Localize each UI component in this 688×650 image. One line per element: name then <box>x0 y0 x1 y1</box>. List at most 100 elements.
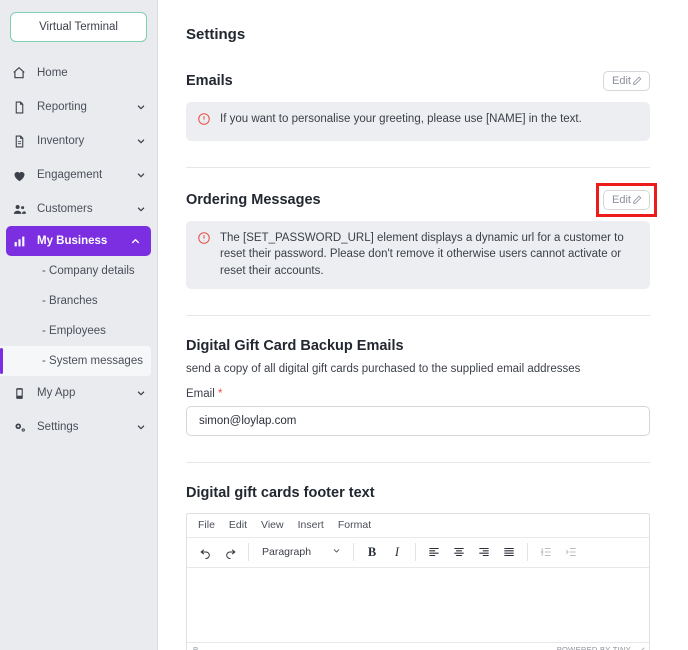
required-asterisk: * <box>217 387 223 400</box>
ordering-messages-edit-button[interactable]: Edit <box>603 189 650 210</box>
powered-by-tiny-label: POWERED BY TINY <box>556 645 631 650</box>
menu-view[interactable]: View <box>261 519 284 531</box>
people-icon <box>11 201 27 217</box>
sidebar-item-label: Engagement <box>37 169 103 181</box>
document-icon <box>11 99 27 115</box>
mobile-app-icon <box>11 385 27 401</box>
sidebar-item-customers[interactable]: Customers <box>0 192 157 226</box>
sidebar: Virtual Terminal Home Reporting Inventor… <box>0 0 158 650</box>
indent-icon[interactable] <box>559 541 583 563</box>
redo-icon[interactable] <box>218 541 242 563</box>
sidebar-subitem-system-messages[interactable]: - System messages <box>0 346 151 376</box>
menu-insert[interactable]: Insert <box>298 519 324 531</box>
sidebar-subitem-label: - Company details <box>42 265 135 277</box>
document-list-icon <box>11 133 27 149</box>
editor-element-path: P <box>193 645 199 650</box>
editor-toolbar: Paragraph B I <box>187 538 649 568</box>
editor-content-area[interactable] <box>187 567 649 642</box>
main-content: Settings Emails Edit If you want to pers… <box>158 0 688 650</box>
alert-circle-icon <box>197 112 211 132</box>
chevron-down-icon <box>135 203 147 215</box>
toolbar-separator <box>527 543 528 562</box>
highlight-annotation: Edit <box>596 182 657 217</box>
sidebar-subitem-branches[interactable]: - Branches <box>0 286 157 316</box>
sidebar-item-my-app[interactable]: My App <box>0 376 157 410</box>
sidebar-subitem-label: - System messages <box>42 355 143 367</box>
sidebar-item-reporting[interactable]: Reporting <box>0 90 157 124</box>
align-justify-icon[interactable] <box>497 541 521 563</box>
rich-text-editor: File Edit View Insert Format Paragraph B… <box>186 512 650 650</box>
toolbar-separator <box>248 543 249 562</box>
divider <box>186 461 650 463</box>
sidebar-subitem-employees[interactable]: - Employees <box>0 316 157 346</box>
section-title-ordering-messages: Ordering Messages <box>186 191 321 208</box>
menu-edit[interactable]: Edit <box>229 519 247 531</box>
gear-icon <box>11 419 27 435</box>
sidebar-item-label: Inventory <box>37 135 85 147</box>
virtual-terminal-label: Virtual Terminal <box>39 21 118 33</box>
align-center-icon[interactable] <box>447 541 471 563</box>
menu-format[interactable]: Format <box>338 519 371 531</box>
undo-icon[interactable] <box>193 541 217 563</box>
heart-icon <box>11 167 27 183</box>
gift-card-backup-description: send a copy of all digital gift cards pu… <box>186 362 581 375</box>
align-right-icon[interactable] <box>472 541 496 563</box>
home-icon <box>11 65 27 81</box>
ordering-messages-section-header: Ordering Messages Edit <box>186 182 657 217</box>
email-field-label: Email * <box>186 388 650 400</box>
sidebar-item-inventory[interactable]: Inventory <box>0 124 157 158</box>
sidebar-subitem-label: - Branches <box>42 295 98 307</box>
chevron-down-icon <box>135 421 147 433</box>
chevron-down-icon <box>135 387 147 399</box>
editor-menubar: File Edit View Insert Format <box>187 514 649 538</box>
alert-circle-icon <box>197 231 211 251</box>
emails-edit-button[interactable]: Edit <box>603 71 650 91</box>
sidebar-subitem-company-details[interactable]: - Company details <box>0 256 157 286</box>
sidebar-item-my-business[interactable]: My Business <box>6 226 151 256</box>
chevron-down-icon <box>332 546 341 558</box>
ordering-messages-alert: The [SET_PASSWORD_URL] element displays … <box>186 220 650 289</box>
sidebar-item-label: Reporting <box>37 101 87 113</box>
virtual-terminal-button[interactable]: Virtual Terminal <box>10 12 147 42</box>
align-left-icon[interactable] <box>422 541 446 563</box>
sidebar-item-label: Settings <box>37 421 79 433</box>
emails-alert-text: If you want to personalise your greeting… <box>220 113 582 125</box>
divider <box>186 166 650 168</box>
sidebar-item-label: My Business <box>37 235 108 247</box>
sidebar-item-label: Home <box>37 67 68 79</box>
emails-alert: If you want to personalise your greeting… <box>186 102 650 141</box>
bold-button[interactable]: B <box>360 541 384 563</box>
emails-edit-label: Edit <box>612 75 631 87</box>
chevron-down-icon <box>135 135 147 147</box>
outdent-icon[interactable] <box>534 541 558 563</box>
italic-button[interactable]: I <box>385 541 409 563</box>
section-title-footer-text: Digital gift cards footer text <box>186 484 375 501</box>
bar-chart-icon <box>11 233 27 249</box>
emails-section-header: Emails Edit <box>186 71 650 91</box>
chevron-up-icon <box>129 235 141 247</box>
menu-file[interactable]: File <box>198 519 215 531</box>
editor-statusbar: P POWERED BY TINY <box>187 641 649 650</box>
pencil-icon <box>632 76 642 86</box>
ordering-messages-edit-label: Edit <box>612 193 631 206</box>
toolbar-separator <box>415 543 416 562</box>
sidebar-item-settings[interactable]: Settings <box>0 410 157 444</box>
paragraph-format-select[interactable]: Paragraph <box>255 541 347 563</box>
ordering-messages-alert-text: The [SET_PASSWORD_URL] element displays … <box>220 231 624 278</box>
section-title-emails: Emails <box>186 73 233 89</box>
email-label-text: Email <box>186 387 215 400</box>
email-input[interactable] <box>186 405 650 436</box>
sidebar-subitem-label: - Employees <box>42 325 106 337</box>
section-title-gift-card-backup: Digital Gift Card Backup Emails <box>186 337 404 354</box>
pencil-icon <box>632 195 642 205</box>
sidebar-item-label: Customers <box>37 203 93 215</box>
page-title: Settings <box>186 26 246 43</box>
sidebar-item-home[interactable]: Home <box>0 56 157 90</box>
sidebar-item-label: My App <box>37 387 76 399</box>
resize-handle-icon[interactable] <box>636 644 645 650</box>
paragraph-format-value: Paragraph <box>262 546 312 559</box>
sidebar-item-engagement[interactable]: Engagement <box>0 158 157 192</box>
chevron-down-icon <box>135 169 147 181</box>
divider <box>186 314 650 316</box>
toolbar-separator <box>353 543 354 562</box>
